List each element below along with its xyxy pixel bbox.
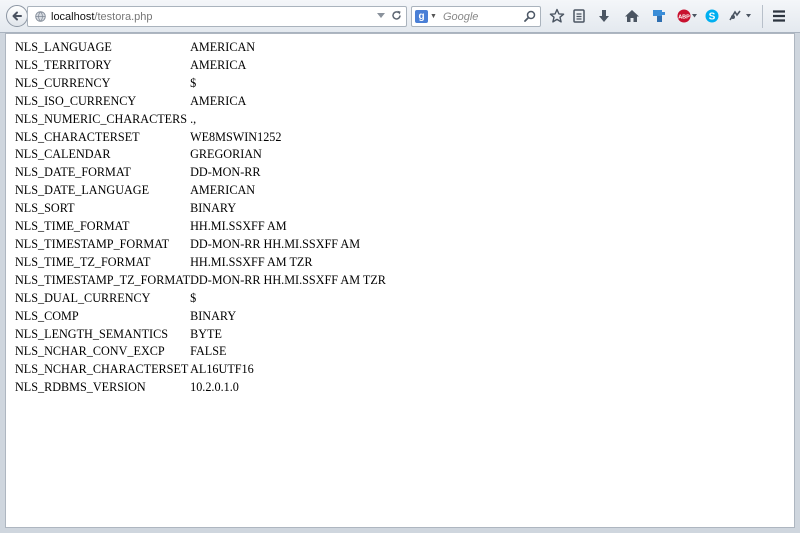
parameter-value: AMERICAN <box>190 40 256 54</box>
parameter-name: NLS_RDBMS_VERSION <box>15 380 146 395</box>
parameter-value: DD-MON-RR HH.MI.SSXFF AM TZR <box>190 272 386 287</box>
parameter-value: BINARY <box>190 201 237 216</box>
url-host: localhost <box>51 10 95 23</box>
table-row: NLS_TIME_TZ_FORMAT HH.MI.SSXFF AM TZR <box>15 254 386 272</box>
parameter-name: NLS_LENGTH_SEMANTICS <box>15 326 169 341</box>
table-row: NLS_CURRENCY $ <box>15 75 386 93</box>
extension-icon[interactable] <box>650 7 668 25</box>
table-row: NLS_TIMESTAMP_FORMAT DD-MON-RR HH.MI.SSXF… <box>15 236 386 254</box>
table-row: NLS_DATE_FORMAT DD-MON-RR <box>15 164 386 182</box>
table-row: NLS_CALENDAR GREGORIAN <box>15 146 386 164</box>
parameter-name: NLS_CALENDAR <box>15 147 111 162</box>
parameter-value: HH.MI.SSXFF AM TZR <box>190 254 313 269</box>
parameter-name: NLS_DUAL_CURRENCY <box>15 290 151 305</box>
parameter-value: GREGORIAN <box>190 147 262 162</box>
parameter-name: NLS_ISO_CURRENCY <box>15 93 137 108</box>
home-icon[interactable] <box>623 7 641 25</box>
download-icon[interactable] <box>595 7 613 25</box>
parameter-value: DD-MON-RR <box>190 165 261 180</box>
table-row: NLS_NUMERIC_CHARACTERS., <box>15 111 386 129</box>
table-row: NLS_NCHAR_CHARACTERSET AL16UTF16 <box>15 361 386 379</box>
menu-icon[interactable] <box>770 7 788 25</box>
table-row: NLS_COMP BINARY <box>15 308 386 326</box>
parameter-value: AL16UTF16 <box>190 362 254 377</box>
nls-parameters-table: NLS_LANGUAGE AMERICAN NLS_TERRITORY AMERICA… <box>15 39 386 397</box>
search-input[interactable]: Google <box>443 11 478 23</box>
parameter-name: NLS_TIME_TZ_FORMAT <box>15 254 151 269</box>
google-engine-icon[interactable]: g <box>415 10 428 23</box>
skype-icon[interactable]: S <box>703 7 721 25</box>
bookmark-star-icon[interactable] <box>548 7 566 25</box>
parameter-value: FALSE <box>190 344 227 359</box>
parameter-value: AMERICA <box>190 57 247 72</box>
parameter-name: NLS_TERRITORY <box>15 57 112 72</box>
table-row: NLS_SORT BINARY <box>15 200 386 218</box>
parameter-name: NLS_NCHAR_CHARACTERSET <box>15 362 189 377</box>
reload-icon[interactable] <box>391 10 402 21</box>
table-row: NLS_CHARACTERSET WE8MSWIN1252 <box>15 129 386 147</box>
svg-text:ABP: ABP <box>678 15 690 21</box>
svg-text:S: S <box>709 12 716 23</box>
page-content: NLS_LANGUAGE AMERICAN NLS_TERRITORY AMERICA… <box>5 33 795 528</box>
parameter-name: NLS_TIME_FORMAT <box>15 219 130 234</box>
globe-icon <box>35 11 46 22</box>
parameter-value: ., <box>190 111 197 126</box>
parameter-name: NLS_SORT <box>15 201 75 216</box>
table-row: NLS_ISO_CURRENCY AMERICA <box>15 93 386 111</box>
parameter-value: BYTE <box>190 326 222 341</box>
table-row: NLS_TIME_FORMAT HH.MI.SSXFF AM <box>15 218 386 236</box>
table-row: NLS_TERRITORY AMERICA <box>15 57 386 75</box>
parameter-name: NLS_DATE_FORMAT <box>15 165 131 180</box>
back-arrow-icon <box>12 11 22 21</box>
parameter-name: NLS_NCHAR_CONV_EXCP <box>15 344 165 359</box>
parameter-name: NLS_DATE_LANGUAGE <box>15 183 150 198</box>
parameter-value: AMERICA <box>190 93 247 108</box>
parameter-value: $ <box>190 290 197 305</box>
parameter-name: NLS_TIMESTAMP_FORMAT <box>15 236 170 251</box>
table-row: NLS_NCHAR_CONV_EXCP FALSE <box>15 343 386 361</box>
parameter-value: DD-MON-RR HH.MI.SSXFF AM <box>190 236 361 251</box>
table-row: NLS_DATE_LANGUAGE AMERICAN <box>15 182 386 200</box>
plugin-icon[interactable] <box>727 7 753 25</box>
parameter-name: NLS_CURRENCY <box>15 75 111 90</box>
history-dropdown-icon[interactable] <box>377 12 385 19</box>
back-button[interactable] <box>6 5 28 27</box>
search-bar[interactable]: g ▼ Google <box>411 6 541 27</box>
adblock-icon[interactable]: ABP <box>676 7 698 25</box>
parameter-value: AMERICAN <box>190 183 256 198</box>
parameter-value: $ <box>190 75 197 90</box>
url-path: /testora.php <box>94 10 153 23</box>
parameter-value: HH.MI.SSXFF AM <box>190 219 287 234</box>
parameter-name: NLS_LANGUAGE <box>15 40 112 54</box>
table-row: NLS_TIMESTAMP_TZ_FORMAT DD-MON-RR HH.MI.S… <box>15 272 386 290</box>
parameter-value: WE8MSWIN1252 <box>190 129 282 144</box>
table-row: NLS_DUAL_CURRENCY $ <box>15 290 386 308</box>
table-row: NLS_RDBMS_VERSION 10.2.0.1.0 <box>15 379 386 397</box>
parameter-name: NLS_COMP <box>15 308 79 323</box>
parameter-name: NLS_TIMESTAMP_TZ_FORMAT <box>15 272 191 287</box>
parameter-value: BINARY <box>190 308 237 323</box>
engine-dropdown-icon[interactable]: ▼ <box>430 13 437 20</box>
table-row: NLS_LENGTH_SEMANTICS BYTE <box>15 326 386 344</box>
parameter-name: NLS_NUMERIC_CHARACTERS <box>15 111 187 126</box>
toolbar-separator <box>762 5 763 28</box>
browser-toolbar: localhost/testora.php g ▼ Google ABP S <box>0 0 800 33</box>
table-row: NLS_LANGUAGE AMERICAN <box>15 39 386 57</box>
reading-list-icon[interactable] <box>570 7 588 25</box>
parameter-name: NLS_CHARACTERSET <box>15 129 140 144</box>
url-text: localhost/testora.php <box>51 11 153 23</box>
search-icon[interactable] <box>524 10 536 22</box>
parameter-value: 10.2.0.1.0 <box>190 380 239 395</box>
url-bar[interactable]: localhost/testora.php <box>27 6 407 27</box>
